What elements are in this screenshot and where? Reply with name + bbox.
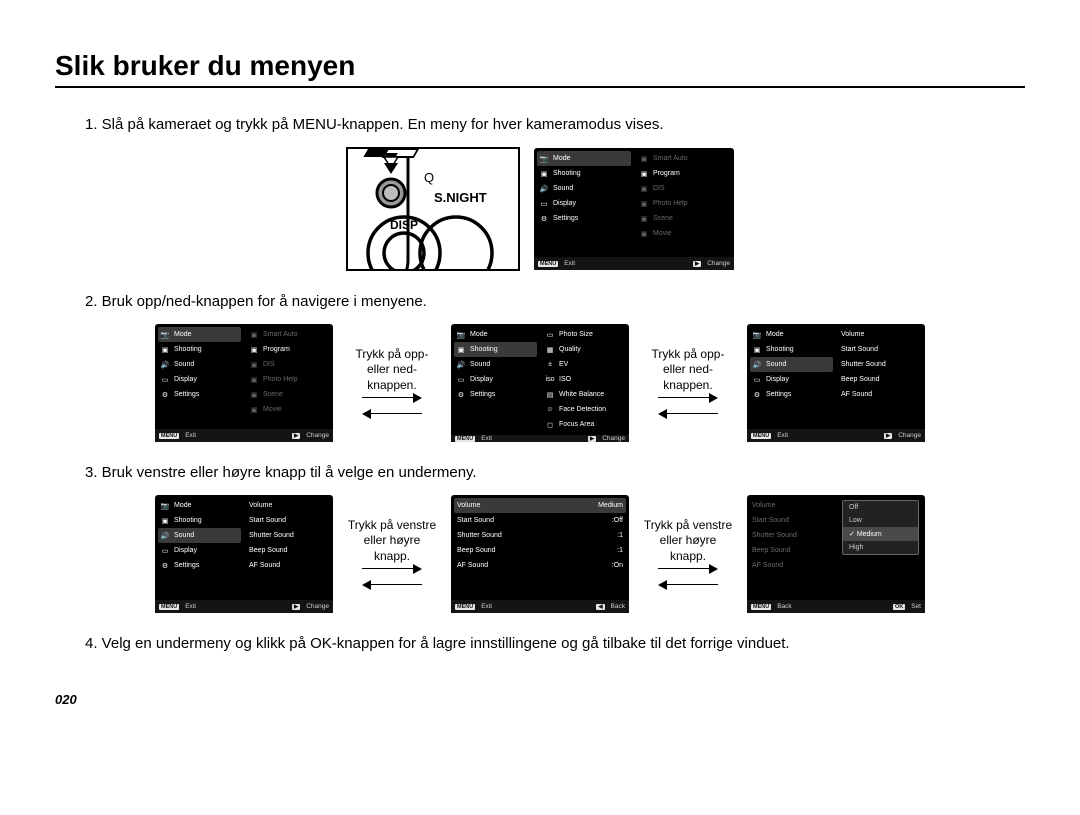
display-icon: ▭ <box>539 200 549 208</box>
step2-figures: 📷Mode ▣Shooting 🔊Sound ▭Display ⚙Setting… <box>55 324 1025 442</box>
camera-icon: 📷 <box>539 155 549 163</box>
option-low: Low <box>843 514 918 527</box>
page-number: 020 <box>55 692 1025 707</box>
arrow-right-icon <box>362 393 422 403</box>
disp-label: DISP <box>390 218 418 232</box>
camera-illustration: Q S.NIGHT DISP <box>346 147 520 271</box>
transition: Trykk på opp- eller ned-knappen. <box>643 347 733 420</box>
menu-panel-mode: 📷Mode ▣Shooting 🔊Sound ▭Display ⚙Setting… <box>534 148 734 270</box>
menu-panel: 📷Mode ▣Shooting 🔊Sound ▭Display ⚙Setting… <box>155 324 333 442</box>
transition: Trykk på venstre eller høyre knapp. <box>643 518 733 591</box>
menu-item-sound: 🔊Sound <box>534 181 634 196</box>
arrow-left-icon <box>362 580 422 590</box>
arrow-right-icon <box>658 393 718 403</box>
leftright-caption: Trykk på venstre eller høyre knapp. <box>643 518 733 565</box>
arrow-right-icon <box>658 564 718 574</box>
menu-panel: 📷Mode ▣Shooting 🔊Sound ▭Display ⚙Setting… <box>747 324 925 442</box>
play-icon: ▶ <box>693 261 701 267</box>
panel-footer: MENUExit ▶Change <box>534 257 734 270</box>
menu-panel: Volume Start Sound Shutter Sound Beep So… <box>747 495 925 613</box>
snight-label: S.NIGHT <box>434 190 487 205</box>
speaker-icon: 🔊 <box>539 185 549 193</box>
gear-icon: ⚙ <box>539 215 549 223</box>
transition: Trykk på venstre eller høyre knapp. <box>347 518 437 591</box>
step-1: 1. Slå på kameraet og trykk på MENU-knap… <box>85 116 1025 133</box>
menu-panel: VolumeMedium Start Sound:Off Shutter Sou… <box>451 495 629 613</box>
menu-panel: 📷Mode ▣Shooting 🔊Sound ▭Display ⚙Setting… <box>155 495 333 613</box>
mode-option: ▣Scene <box>634 211 734 226</box>
step1-figures: Q S.NIGHT DISP 📷Mode ▣Shooting 🔊Sound ▭D… <box>55 147 1025 271</box>
page-title: Slik bruker du menyen <box>55 50 1025 88</box>
zoom-label: Q <box>424 170 434 185</box>
mode-option: ▣DIS <box>634 181 734 196</box>
arrow-right-icon <box>362 564 422 574</box>
transition: Trykk på opp- eller ned-knappen. <box>347 347 437 420</box>
volume-options: Off Low Medium High <box>842 500 919 555</box>
option-off: Off <box>843 501 918 514</box>
menu-item-display: ▭Display <box>534 196 634 211</box>
menu-item-mode: 📷Mode <box>537 151 631 166</box>
option-medium: Medium <box>843 527 918 541</box>
option-high: High <box>843 541 918 554</box>
camera-icon: ▣ <box>539 170 549 178</box>
updown-caption: Trykk på opp- eller ned-knappen. <box>643 347 733 394</box>
menu-item-settings: ⚙Settings <box>534 211 634 226</box>
arrow-left-icon <box>362 409 422 419</box>
mode-option: ▣Movie <box>634 226 734 241</box>
menu-item-shooting: ▣Shooting <box>534 166 634 181</box>
mode-option: ▣Photo Help <box>634 196 734 211</box>
mode-option: ▣Smart Auto <box>634 151 734 166</box>
mode-option: ▣Program <box>634 166 734 181</box>
arrow-left-icon <box>658 580 718 590</box>
step3-figures: 📷Mode ▣Shooting 🔊Sound ▭Display ⚙Setting… <box>55 495 1025 613</box>
back-icon: ◀ <box>596 604 604 610</box>
arrow-left-icon <box>658 409 718 419</box>
menu-panel: 📷Mode ▣Shooting 🔊Sound ▭Display ⚙Setting… <box>451 324 629 442</box>
step-2: 2. Bruk opp/ned-knappen for å navigere i… <box>85 293 1025 310</box>
updown-caption: Trykk på opp- eller ned-knappen. <box>347 347 437 394</box>
volume-row: VolumeMedium <box>454 498 626 513</box>
step-3: 3. Bruk venstre eller høyre knapp til å … <box>85 464 1025 481</box>
leftright-caption: Trykk på venstre eller høyre knapp. <box>347 518 437 565</box>
step-4: 4. Velg en undermeny og klikk på OK-knap… <box>85 635 1025 652</box>
manual-page: Slik bruker du menyen 1. Slå på kameraet… <box>0 0 1080 737</box>
